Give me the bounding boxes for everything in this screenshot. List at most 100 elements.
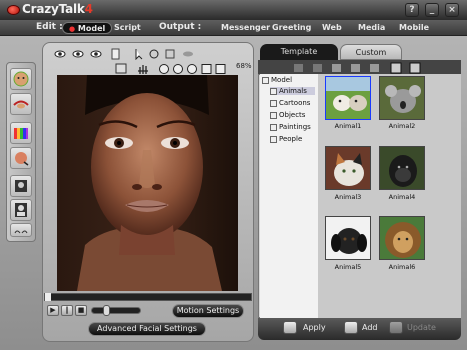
tab-model[interactable]: ● Model — [62, 22, 113, 34]
eye-tool-button[interactable] — [10, 93, 32, 115]
output-label: Output : — [159, 22, 202, 32]
fullscreen-icon[interactable] — [215, 64, 226, 74]
stop-button[interactable]: ■ — [75, 305, 87, 316]
background-tool-button[interactable] — [10, 199, 32, 221]
tree-item-objects[interactable]: Objects — [270, 111, 305, 119]
tree-item-label: Cartoons — [279, 99, 311, 107]
tab-script[interactable]: Script — [108, 22, 147, 34]
timeline-track[interactable] — [44, 293, 252, 301]
volume-knob[interactable] — [103, 305, 110, 316]
library-tool-icon[interactable] — [409, 62, 421, 74]
zoom-in-icon[interactable] — [173, 64, 183, 74]
tab-custom[interactable]: Custom — [340, 44, 402, 60]
advanced-facial-settings-button[interactable]: Advanced Facial Settings — [88, 322, 206, 336]
grid-icon[interactable] — [201, 64, 212, 74]
eye-view-icon[interactable] — [90, 50, 102, 58]
library-toolbar — [258, 60, 461, 74]
dogs-image — [326, 77, 370, 119]
tab-greeting[interactable]: Greeting — [266, 22, 317, 34]
tree-root[interactable]: Model — [262, 76, 292, 84]
library-tool-icon[interactable] — [351, 64, 360, 72]
rotate-icon[interactable] — [149, 49, 159, 59]
update-icon — [389, 321, 403, 334]
help-button[interactable]: ? — [405, 3, 419, 17]
apply-button[interactable]: Apply — [303, 323, 326, 332]
library-tool-icon[interactable] — [390, 62, 402, 74]
minimize-button[interactable]: _ — [425, 3, 439, 17]
thumbnail-animal2[interactable] — [379, 76, 425, 120]
thumbnail-animal6[interactable] — [379, 216, 425, 260]
crazytalk-window: CrazyTalk4 ? _ × Edit : ● Model Script O… — [0, 0, 467, 350]
update-button[interactable]: Update — [407, 323, 436, 332]
thumbnail-animal5[interactable] — [325, 216, 371, 260]
tree-item-label: Animals — [279, 87, 307, 95]
tab-template[interactable]: Template — [260, 44, 338, 60]
viewer-toolbar-top — [48, 45, 248, 61]
edit-label: Edit : — [36, 22, 63, 32]
tab-media[interactable]: Media — [352, 22, 391, 34]
stop-icon: ■ — [77, 306, 85, 314]
library-tool-icon[interactable] — [332, 64, 341, 72]
library-tool-icon[interactable] — [294, 64, 303, 72]
thumbnail-animal1[interactable] — [325, 76, 371, 120]
eye-view-icon[interactable] — [72, 50, 84, 58]
app-logo-icon — [7, 5, 20, 15]
face-fitting-button[interactable] — [10, 68, 32, 90]
library-tool-icon[interactable] — [313, 64, 322, 72]
tree-root-label: Model — [271, 76, 293, 84]
tree-item-label: People — [279, 135, 303, 143]
folder-icon — [262, 76, 269, 84]
cat-image — [326, 147, 370, 189]
thumbnail-animal3[interactable] — [325, 146, 371, 190]
lion-image — [380, 217, 424, 259]
zoom-level: 68% — [236, 62, 252, 70]
head-tool-button[interactable] — [10, 147, 32, 169]
pointer-icon[interactable] — [135, 49, 143, 61]
tree-item-label: Objects — [279, 111, 306, 119]
color-bars-icon — [14, 128, 28, 139]
mirror-icon — [14, 230, 28, 234]
close-button[interactable]: × — [445, 3, 459, 17]
play-button[interactable]: ▶ — [47, 305, 59, 316]
tree-item-paintings[interactable]: Paintings — [270, 123, 311, 131]
tree-item-people[interactable]: People — [270, 135, 302, 143]
portrait-icon — [15, 203, 27, 217]
thumbnail-caption: Animal2 — [388, 122, 416, 130]
puppy-image — [326, 217, 370, 259]
color-adjust-button[interactable] — [10, 122, 32, 144]
zoom-out-icon[interactable] — [159, 64, 169, 74]
face-icon — [13, 71, 29, 87]
eye-view-icon[interactable] — [54, 50, 66, 58]
tree-item-animals[interactable]: Animals — [270, 87, 315, 95]
tab-mobile[interactable]: Mobile — [393, 22, 435, 34]
viewer-toolbar-zoom — [112, 60, 252, 74]
koala-image — [380, 77, 424, 119]
app-version: 4 — [84, 2, 93, 16]
play-icon: ▶ — [50, 306, 56, 314]
tree-item-cartoons[interactable]: Cartoons — [270, 99, 310, 107]
add-button[interactable]: Add — [362, 323, 378, 332]
frame-icon[interactable] — [165, 49, 175, 59]
library-tool-icon[interactable] — [370, 64, 379, 72]
hand-icon[interactable] — [138, 65, 148, 74]
app-title: CrazyTalk4 — [22, 2, 93, 16]
page-icon[interactable] — [111, 48, 120, 60]
thumbnail-caption: Animal3 — [334, 193, 362, 201]
mask-tool-button[interactable] — [10, 175, 32, 197]
head-icon — [15, 152, 29, 166]
tab-model-label: Model — [77, 24, 106, 33]
mirror-tool-button[interactable] — [10, 223, 32, 237]
thumbnail-animal4[interactable] — [379, 146, 425, 190]
folder-icon — [270, 111, 277, 119]
fit-icon[interactable] — [115, 63, 127, 74]
timeline-thumb[interactable] — [45, 293, 51, 301]
folder-icon — [270, 87, 277, 95]
reset-icon[interactable] — [187, 64, 197, 74]
pause-button[interactable]: ‖ — [61, 305, 73, 316]
tab-web[interactable]: Web — [316, 22, 348, 34]
model-photo — [57, 75, 238, 291]
volume-slider[interactable] — [91, 307, 141, 314]
thumbnail-caption: Animal4 — [388, 193, 416, 201]
motion-settings-button[interactable]: Motion Settings — [172, 304, 244, 318]
lips-icon[interactable] — [183, 51, 193, 57]
